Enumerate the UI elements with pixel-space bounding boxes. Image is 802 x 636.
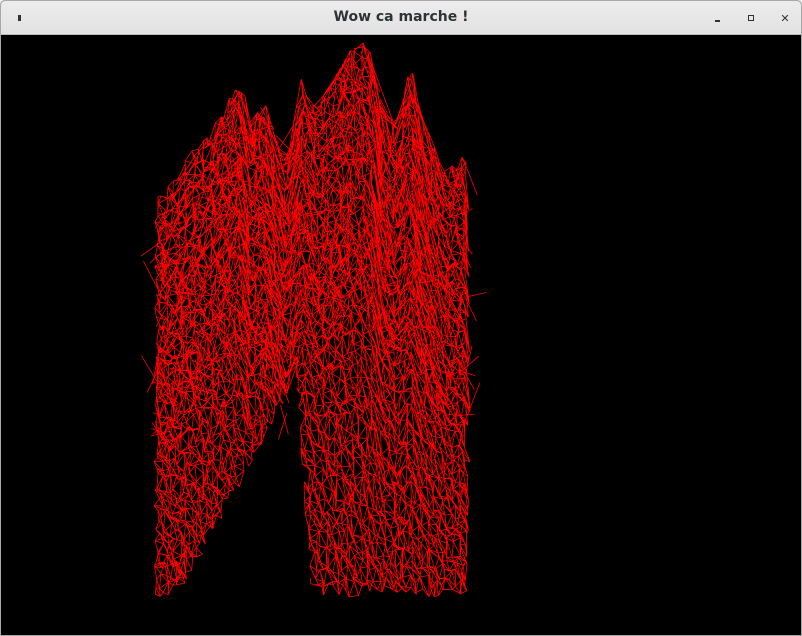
minimize-button[interactable] [707,8,727,28]
maximize-icon [748,15,754,21]
close-button[interactable]: ✕ [775,8,795,28]
title-bar[interactable]: Wow ca marche ! ✕ [1,1,801,35]
maximize-button[interactable] [741,8,761,28]
wireframe-mesh-lines [140,42,487,598]
render-canvas[interactable] [1,35,801,635]
close-icon: ✕ [780,11,790,25]
minimize-icon [714,19,720,22]
app-window: Wow ca marche ! ✕ [0,0,802,636]
terrain-wireframe [140,42,487,598]
window-title: Wow ca marche ! [333,9,469,25]
